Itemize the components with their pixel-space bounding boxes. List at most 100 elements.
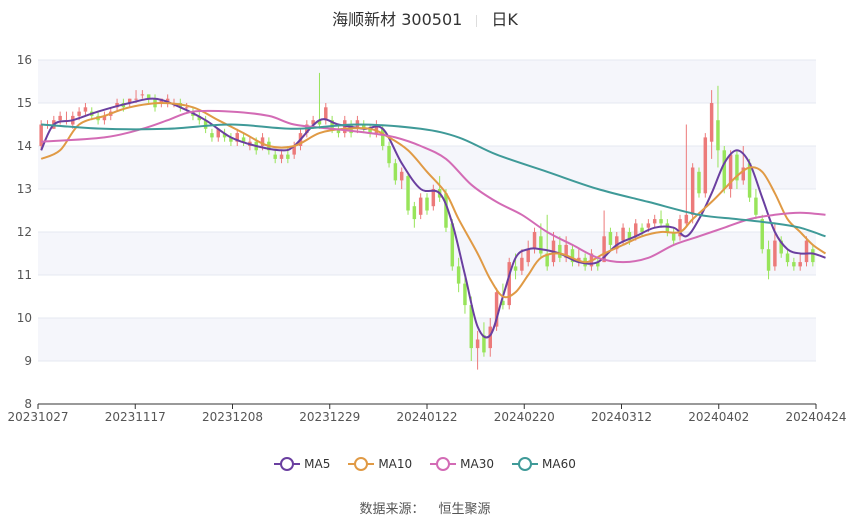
x-tick-label: 20240220 — [494, 410, 555, 424]
legend-item-ma60[interactable]: MA60 — [512, 457, 576, 471]
candle — [659, 210, 663, 228]
ma-line-ma5 — [40, 97, 826, 339]
legend-symbol — [512, 457, 539, 471]
candle — [722, 146, 727, 194]
candle — [406, 171, 410, 215]
candle-body — [785, 253, 790, 263]
candle — [412, 201, 417, 228]
candle-body — [210, 133, 214, 138]
candle-body — [425, 197, 429, 211]
candle — [368, 124, 372, 138]
x-tick-label: 20240402 — [688, 410, 749, 424]
candle-body — [58, 115, 62, 121]
candle — [64, 111, 69, 125]
candle-body — [273, 154, 277, 159]
candle-body — [684, 214, 689, 224]
candle-body — [646, 223, 651, 228]
candle-body — [83, 107, 88, 112]
candle-body — [690, 167, 695, 215]
candle — [425, 193, 429, 215]
legend-label: MA5 — [304, 457, 331, 471]
candle-body — [286, 154, 290, 159]
source-value: 恒生聚源 — [438, 502, 491, 517]
candle — [652, 214, 657, 228]
candle — [418, 193, 423, 220]
candle-body — [39, 124, 43, 146]
candle-body — [526, 249, 530, 263]
y-tick-label: 11 — [17, 268, 32, 282]
candle-body — [722, 150, 727, 189]
legend-symbol — [430, 457, 457, 471]
candle-body — [539, 236, 543, 254]
y-tick-label: 12 — [17, 225, 32, 239]
legend-label: MA10 — [378, 457, 413, 471]
candle — [102, 111, 107, 125]
candle-body — [279, 154, 284, 159]
candle-body — [532, 232, 537, 250]
candle — [507, 257, 511, 310]
legend: MA5 MA10 MA30 MA60 — [0, 457, 850, 471]
candle-body — [760, 219, 764, 250]
candle — [210, 128, 214, 142]
candle-body — [475, 339, 480, 349]
x-tick-label: 20231229 — [299, 410, 360, 424]
moving-averages — [40, 97, 827, 339]
y-tick-label: 13 — [17, 182, 32, 196]
y-axis: 8 9 10 11 12 13 14 15 16 — [17, 53, 32, 411]
candle-body — [709, 103, 714, 142]
candle-body — [399, 171, 404, 181]
candle — [241, 133, 246, 146]
legend-item-ma30[interactable]: MA30 — [430, 457, 494, 471]
candle-body — [184, 107, 189, 109]
candle — [703, 133, 708, 198]
y-tick-label: 8 — [24, 397, 32, 411]
candle — [229, 133, 233, 146]
x-tick-label: 20231027 — [7, 410, 68, 424]
candle — [83, 103, 88, 116]
source-label: 数据来源： — [359, 502, 425, 517]
candle-body — [412, 206, 417, 220]
candle-body — [697, 171, 701, 194]
candle-body — [659, 219, 663, 224]
candle-body — [418, 197, 423, 215]
grid-band — [38, 318, 816, 361]
candlestick-chart: 8 9 10 11 12 13 14 15 16 20231027 20231117 2023120… — [7, 53, 847, 424]
candle-body — [520, 257, 524, 271]
x-axis: 20231027 20231117 20231208 20231229 20240122… — [7, 403, 847, 424]
data-source: 数据来源： 恒生聚源 — [0, 498, 850, 517]
legend-item-ma5[interactable]: MA5 — [274, 457, 330, 471]
candle-body — [608, 232, 613, 245]
legend-label: MA60 — [542, 457, 576, 471]
candle — [754, 189, 758, 220]
candle-body — [456, 266, 461, 284]
candle — [760, 214, 764, 254]
legend-label: MA30 — [460, 457, 495, 471]
candle-body — [140, 94, 145, 96]
candle — [697, 167, 701, 198]
y-tick-label: 16 — [17, 53, 32, 67]
candle-body — [621, 227, 625, 241]
candle-body — [633, 223, 638, 237]
x-tick-label: 20240424 — [785, 410, 846, 424]
y-tick-label: 15 — [17, 96, 32, 110]
candle-body — [792, 262, 796, 267]
x-tick-label: 20240312 — [591, 410, 652, 424]
y-tick-label: 9 — [24, 354, 32, 368]
x-tick-label: 20231208 — [202, 410, 263, 424]
x-tick-label: 20231117 — [105, 410, 166, 424]
candle-body — [716, 120, 720, 151]
legend-symbol — [274, 457, 301, 471]
candle-body — [798, 262, 802, 267]
candle-body — [703, 137, 708, 194]
candle-body — [773, 240, 777, 267]
candle-body — [134, 98, 138, 100]
candle-body — [766, 249, 771, 271]
candle-body — [463, 283, 467, 306]
legend-item-ma10[interactable]: MA10 — [348, 457, 412, 471]
y-tick-label: 14 — [17, 139, 32, 153]
candle-body — [804, 240, 809, 263]
candle-body — [811, 249, 815, 263]
candle-body — [558, 244, 562, 258]
candle-body — [406, 176, 410, 211]
candle-body — [652, 219, 657, 224]
